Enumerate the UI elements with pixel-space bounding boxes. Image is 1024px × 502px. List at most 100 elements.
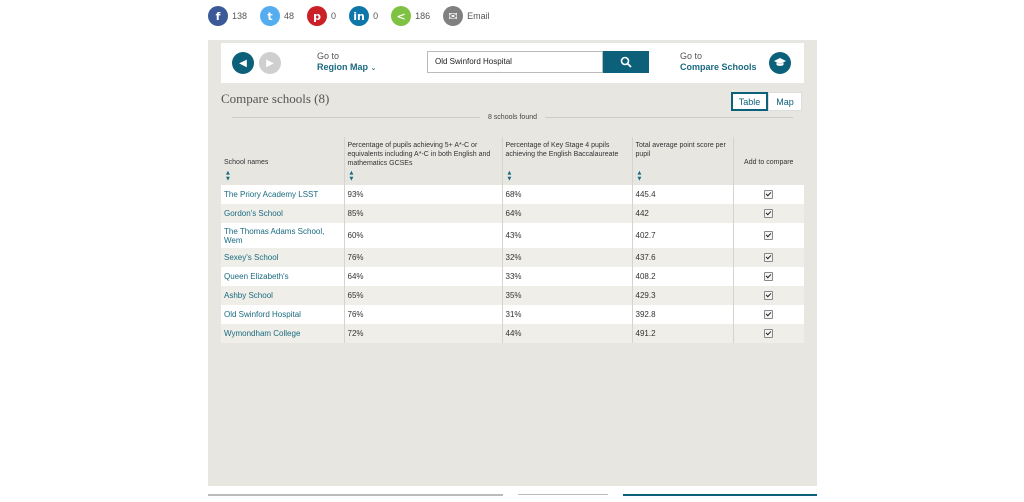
table-row: Wymondham College 72% 44% 491.2 — [221, 324, 804, 343]
table-row: Queen Elizabeth's 64% 33% 408.2 — [221, 267, 804, 286]
share-share[interactable]: <186 — [391, 6, 430, 26]
search-input[interactable]: Old Swinford Hospital — [427, 51, 603, 73]
sort-icon[interactable]: ▲ ▼ — [638, 170, 642, 182]
search-button[interactable] — [603, 51, 649, 73]
school-name-link[interactable]: Queen Elizabeth's — [221, 267, 345, 286]
share-icon: < — [391, 6, 412, 26]
school-comparison-panel: ◀ ▶ Go to Region Map ⌄ Old Swinford Hosp… — [208, 40, 817, 486]
compare-schools-label: Compare Schools — [680, 62, 757, 72]
ebacc-percentage: 43% — [502, 223, 633, 248]
results-count: 8 schools found — [221, 114, 804, 121]
add-to-compare-checkbox[interactable] — [764, 209, 774, 219]
column-header-label: Percentage of pupils achieving 5+ A*-C o… — [347, 142, 491, 167]
column-header: Add to compare — [733, 137, 804, 185]
region-map-link[interactable]: Go to Region Map ⌄ — [317, 51, 376, 74]
table-body: The Priory Academy LSST 93% 68% 445.4 Gordon… — [221, 185, 804, 343]
column-header[interactable]: Percentage of Key Stage 4 pupils achievi… — [502, 137, 633, 185]
share-pinterest[interactable]: p0 — [307, 6, 336, 26]
table-row: Gordon's School 85% 64% 442 — [221, 204, 804, 223]
previous-button[interactable]: ◀ — [232, 52, 254, 74]
school-name-link[interactable]: The Priory Academy LSST — [221, 185, 345, 204]
compare-schools-link[interactable]: Go to Compare Schools — [680, 51, 757, 73]
add-to-compare-cell — [733, 185, 804, 204]
school-name-link[interactable]: Sexey's School — [221, 248, 345, 267]
results-table: School names ▲ ▼ Percentage of pupils achie… — [221, 137, 804, 343]
average-point-score: 392.8 — [632, 305, 734, 324]
average-point-score: 491.2 — [632, 324, 734, 343]
column-header[interactable]: School names ▲ ▼ — [221, 137, 345, 185]
email-icon: ✉ — [443, 6, 464, 26]
share-twitter[interactable]: t 48 — [260, 6, 294, 26]
average-point-score: 402.7 — [632, 223, 734, 248]
table-header-row: School names ▲ ▼ Percentage of pupils achie… — [221, 137, 804, 185]
gcse-percentage: 76% — [344, 305, 503, 324]
region-map-label: Region Map — [317, 62, 368, 72]
table-row: Sexey's School 76% 32% 437.6 — [221, 248, 804, 267]
share-count: 48 — [284, 11, 295, 21]
share-count: 186 — [415, 11, 431, 21]
column-header-label: Add to compare — [744, 159, 794, 166]
add-to-compare-cell — [733, 248, 804, 267]
column-header-label: Percentage of Key Stage 4 pupils achievi… — [505, 142, 619, 158]
add-to-compare-cell — [733, 204, 804, 223]
average-point-score: 445.4 — [632, 185, 734, 204]
share-count: 0 — [331, 11, 337, 21]
chevron-left-icon: ◀ — [239, 57, 247, 69]
table-view-tab[interactable]: Table — [731, 92, 768, 111]
add-to-compare-cell — [733, 223, 804, 248]
school-name-link[interactable]: The Thomas Adams School, Wem — [221, 223, 345, 248]
ebacc-percentage: 35% — [502, 286, 633, 305]
column-header[interactable]: Percentage of pupils achieving 5+ A*-C o… — [344, 137, 503, 185]
column-header-label: School names — [224, 159, 269, 166]
sort-icon[interactable]: ▲ ▼ — [350, 170, 354, 182]
ebacc-percentage: 44% — [502, 324, 633, 343]
social-share-bar: f 138 t 48 p 0 in 0 <186 ✉ Email — [208, 5, 503, 27]
share-count: 138 — [232, 11, 248, 21]
map-view-tab[interactable]: Map — [768, 92, 802, 111]
chevron-down-icon: ⌄ — [370, 64, 377, 72]
sort-icon[interactable]: ▲ ▼ — [508, 170, 512, 182]
pinterest-icon: p — [307, 6, 328, 26]
add-to-compare-checkbox[interactable] — [764, 253, 774, 263]
ebacc-percentage: 68% — [502, 185, 633, 204]
school-name-link[interactable]: Gordon's School — [221, 204, 345, 223]
column-header[interactable]: Total average point score per pupil ▲ ▼ — [632, 137, 734, 185]
share-count: 0 — [373, 11, 379, 21]
twitter-icon: t — [260, 6, 281, 26]
chevron-right-icon: ▶ — [266, 57, 274, 69]
add-to-compare-checkbox[interactable] — [764, 190, 774, 200]
table-row: The Thomas Adams School, Wem 60% 43% 402.7 — [221, 223, 804, 248]
share-linkedin[interactable]: in 0 — [349, 6, 378, 26]
share-facebook[interactable]: f 138 — [208, 6, 247, 26]
school-name-link[interactable]: Wymondham College — [221, 324, 345, 343]
average-point-score: 437.6 — [632, 248, 734, 267]
graduation-cap-icon[interactable] — [769, 52, 791, 74]
average-point-score: 442 — [632, 204, 734, 223]
page-title: Compare schools (8) — [221, 91, 330, 106]
column-header-label: Total average point score per pupil — [635, 142, 726, 158]
school-name-link[interactable]: Ashby School — [221, 286, 345, 305]
add-to-compare-checkbox[interactable] — [764, 231, 774, 241]
navigation-bar: ◀ ▶ Go to Region Map ⌄ Old Swinford Hosp… — [221, 43, 804, 83]
add-to-compare-cell — [733, 267, 804, 286]
table-row: Old Swinford Hospital 76% 31% 392.8 — [221, 305, 804, 324]
add-to-compare-checkbox[interactable] — [764, 291, 774, 301]
table-row: The Priory Academy LSST 93% 68% 445.4 — [221, 185, 804, 204]
ebacc-percentage: 64% — [502, 204, 633, 223]
footer-partial — [208, 494, 817, 502]
sort-icon[interactable]: ▲ ▼ — [226, 170, 230, 182]
share-email[interactable]: ✉ Email — [443, 6, 490, 26]
add-to-compare-checkbox[interactable] — [764, 329, 774, 339]
next-button[interactable]: ▶ — [259, 52, 281, 74]
add-to-compare-checkbox[interactable] — [764, 272, 774, 282]
gcse-percentage: 64% — [344, 267, 503, 286]
school-name-link[interactable]: Old Swinford Hospital — [221, 305, 345, 324]
add-to-compare-cell — [733, 305, 804, 324]
add-to-compare-checkbox[interactable] — [764, 310, 774, 320]
region-map-prefix: Go to — [317, 51, 340, 61]
gcse-percentage: 65% — [344, 286, 503, 305]
linkedin-icon: in — [349, 6, 370, 26]
facebook-icon: f — [208, 6, 228, 26]
share-count: Email — [467, 11, 490, 21]
gcse-percentage: 85% — [344, 204, 503, 223]
